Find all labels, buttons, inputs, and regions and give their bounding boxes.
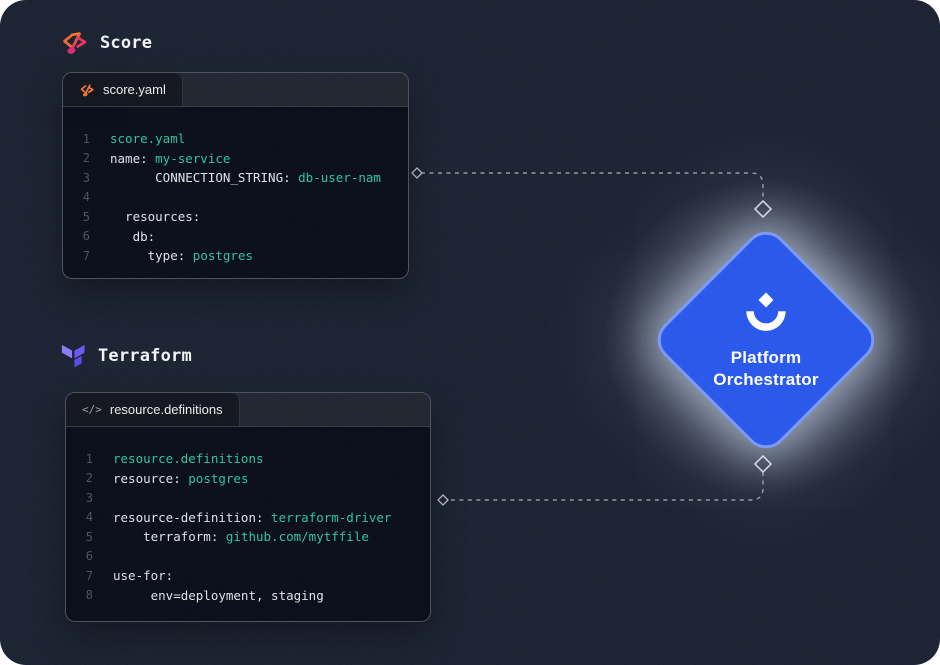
code-line: 3 CONNECTION_STRING: db-user-nam <box>63 168 408 188</box>
orchestrator-label-line2: Orchestrator <box>713 369 819 389</box>
code-line: 2 resource: postgres <box>66 469 430 489</box>
line-number: 3 <box>82 170 90 185</box>
line-number: 5 <box>82 209 90 224</box>
top-anchor-handle-icon[interactable] <box>753 199 773 219</box>
code-line: 5 terraform: github.com/mytffile <box>66 527 430 547</box>
code-brackets-icon: </> <box>82 403 102 416</box>
terraform-section-heading: Terraform <box>60 342 192 369</box>
terraform-endpoint-diamond-icon[interactable] <box>437 494 449 506</box>
score-code-window: score.yaml 1 score.yaml 2 name: my-service 3… <box>62 72 409 279</box>
score-window-header: score.yaml <box>63 73 408 107</box>
code-line: 4 <box>63 188 408 208</box>
code-line: 1 score.yaml <box>63 129 408 149</box>
code-line: 7 type: postgres <box>63 246 408 266</box>
code-line: 8 env=deployment, staging <box>66 586 430 606</box>
score-tab-label: score.yaml <box>103 82 166 97</box>
line-number: 3 <box>85 490 93 505</box>
score-yaml-tab[interactable]: score.yaml <box>63 73 183 106</box>
code-line: 2 name: my-service <box>63 149 408 169</box>
connector-orchestrator-to-terraform <box>449 472 764 501</box>
score-file-icon <box>80 83 94 96</box>
line-number: 4 <box>85 510 93 525</box>
code-line: 6 db: <box>63 227 408 247</box>
code-line: 4 resource-definition: terraform-driver <box>66 508 430 528</box>
code-line: 3 <box>66 488 430 508</box>
code-line: 6 <box>66 547 430 567</box>
connector-score-to-orchestrator <box>421 172 764 200</box>
code-line: 5 resources: <box>63 207 408 227</box>
line-number: 7 <box>85 568 93 583</box>
diagram-canvas: Score score.yaml 1 score.yaml 2 name: my-se… <box>0 0 940 665</box>
code-line: 7 use-for: <box>66 566 430 586</box>
humanitec-logo-icon <box>746 291 786 331</box>
platform-orchestrator-node[interactable]: Platform Orchestrator <box>648 222 884 458</box>
score-heading-label: Score <box>100 32 153 53</box>
terraform-code-window: </> resource.definitions 1 resource.defin… <box>65 392 431 622</box>
bottom-anchor-handle-icon[interactable] <box>753 454 773 474</box>
line-number: 7 <box>82 248 90 263</box>
line-number: 6 <box>85 549 93 564</box>
line-number: 2 <box>85 471 93 486</box>
score-code-area: 1 score.yaml 2 name: my-service 3 CONNECTION… <box>63 107 408 266</box>
line-number: 6 <box>82 229 90 244</box>
terraform-code-area: 1 resource.definitions 2 resource: postgres… <box>66 427 430 605</box>
platform-orchestrator-content: Platform Orchestrator <box>686 260 846 420</box>
terraform-tab-label: resource.definitions <box>109 402 223 417</box>
terraform-window-header: </> resource.definitions <box>66 393 430 427</box>
score-logo-icon <box>63 32 87 54</box>
line-number: 1 <box>85 451 93 466</box>
code-line: 1 resource.definitions <box>66 449 430 469</box>
line-number: 8 <box>85 588 93 603</box>
line-number: 2 <box>82 151 90 166</box>
line-number: 4 <box>82 190 90 205</box>
line-number: 5 <box>85 529 93 544</box>
score-endpoint-diamond-icon[interactable] <box>411 167 423 179</box>
terraform-logo-icon <box>61 344 85 368</box>
orchestrator-label-line1: Platform <box>730 347 802 367</box>
resource-definitions-tab[interactable]: </> resource.definitions <box>66 393 240 426</box>
score-section-heading: Score <box>60 28 152 57</box>
terraform-heading-label: Terraform <box>98 345 192 366</box>
line-number: 1 <box>82 131 90 146</box>
